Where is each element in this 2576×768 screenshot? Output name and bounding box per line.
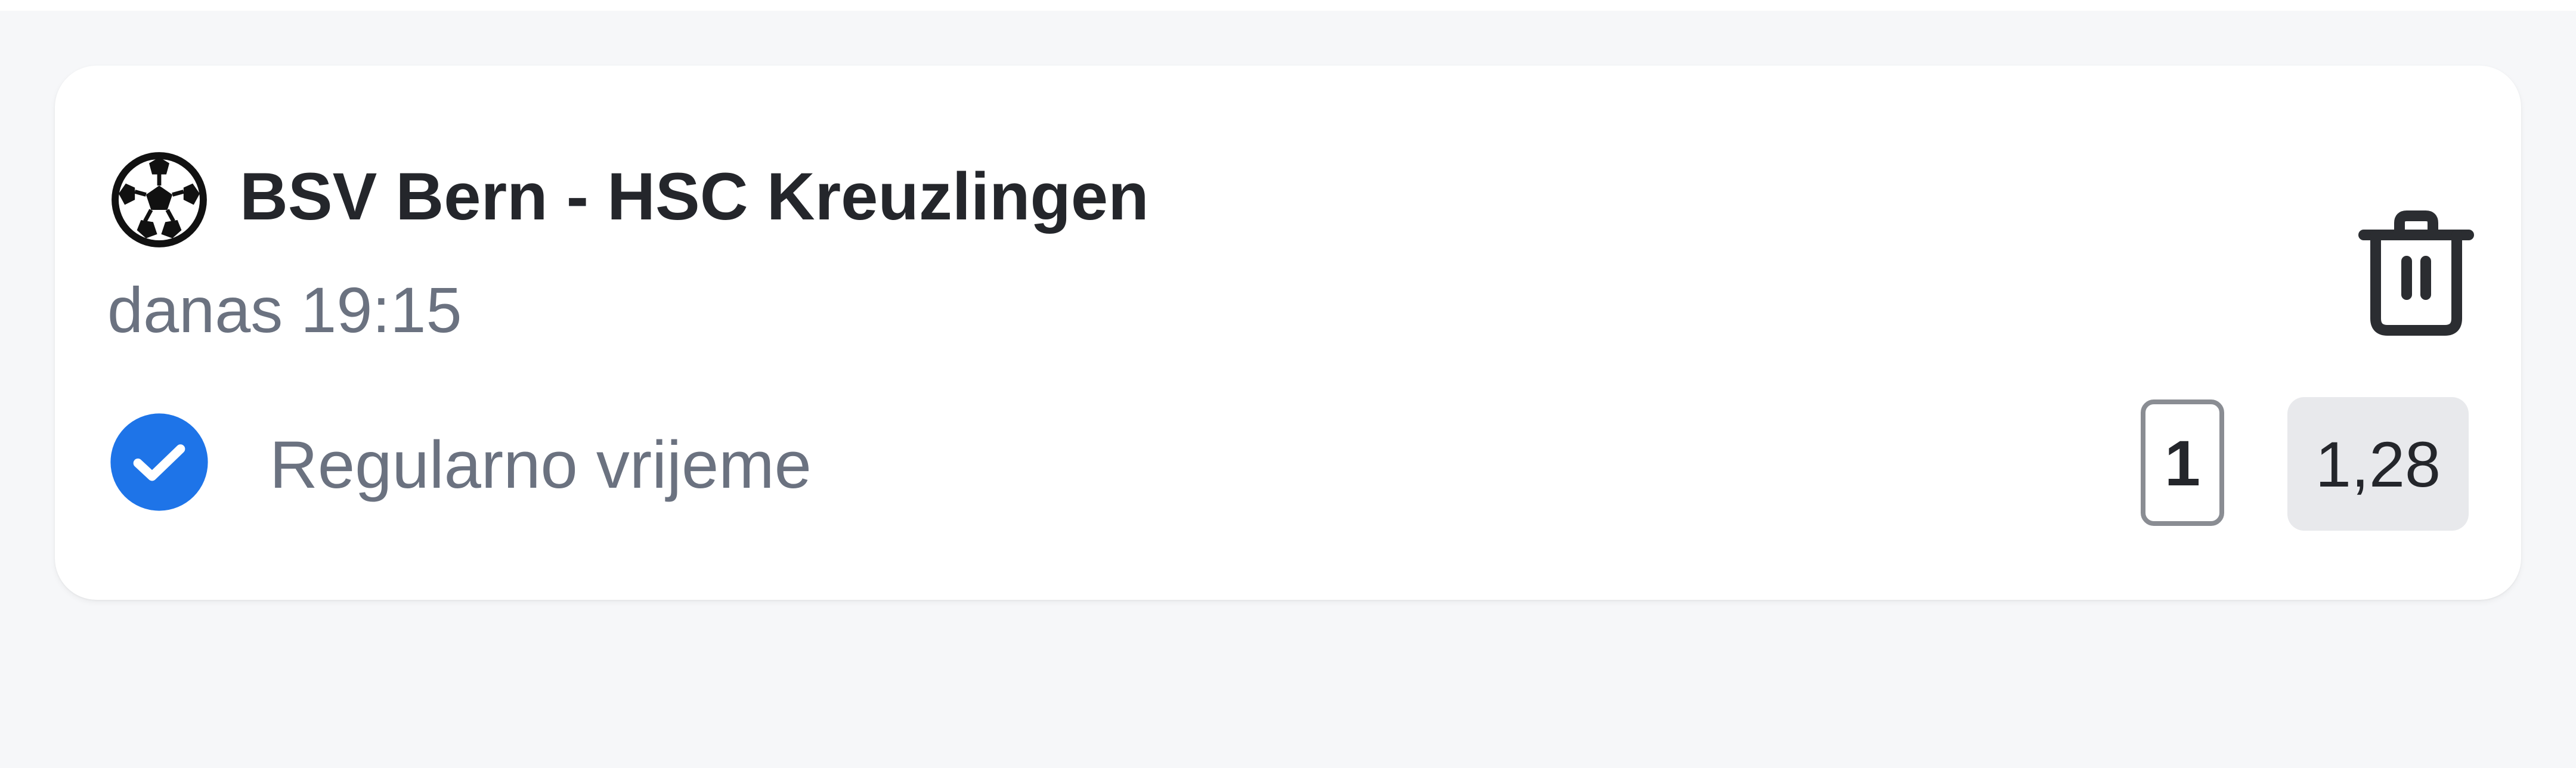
check-circle-icon[interactable] [109,411,210,513]
trash-icon[interactable] [2357,209,2476,340]
odds-value[interactable]: 1,28 [2287,397,2469,531]
match-time: danas 19:15 [107,274,462,346]
selection-badge: 1 [2141,400,2224,526]
handball-ball-icon [112,152,207,247]
top-strip [0,0,2576,11]
match-title: BSV Bern - HSC Kreuzlingen [240,159,1149,234]
bet-slip-card: BSV Bern - HSC Kreuzlingen danas 19:15 R… [55,66,2521,600]
market-label: Regularno vrijeme [270,428,812,502]
